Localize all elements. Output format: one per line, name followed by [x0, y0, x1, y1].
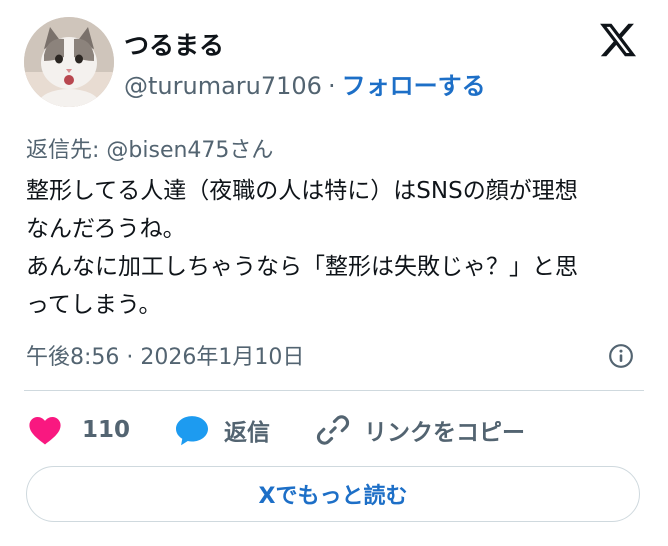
author-handle-row: @turumaru7106 · フォローする: [124, 66, 486, 101]
copy-link-label: リンクをコピー: [364, 420, 525, 446]
x-logo-icon[interactable]: [598, 20, 638, 60]
copy-link-button[interactable]: リンクをコピー: [316, 410, 525, 450]
heart-icon: [29, 416, 61, 445]
post-text-line: ってしまう。: [26, 292, 162, 318]
reply-button[interactable]: 返信: [174, 410, 270, 450]
handle-separator: ·: [327, 72, 336, 100]
speech-bubble-icon: [176, 416, 208, 446]
post-text-line: 整形してる人達（夜職の人は特に）はSNSの顔が理想: [26, 178, 578, 204]
post-text-line: あんなに加工しちゃうなら「整形は失敗じゃ？」と思: [26, 254, 578, 280]
like-count: 110: [82, 417, 131, 443]
embedded-post-card: つるまる @turumaru7106 · フォローする 返信先: @bisen475…: [0, 0, 668, 546]
read-more-button[interactable]: Xでもっと読む: [26, 466, 640, 522]
info-icon[interactable]: [608, 343, 634, 369]
author-avatar[interactable]: [24, 17, 114, 107]
author-display-name[interactable]: つるまる: [124, 26, 224, 62]
like-button[interactable]: 110: [28, 410, 130, 450]
post-timestamp[interactable]: 午後8:56 · 2026年1月10日: [26, 339, 304, 371]
follow-link[interactable]: フォローする: [342, 72, 486, 100]
reply-label: 返信: [224, 420, 270, 446]
reply-to-label: 返信先: @bisen475さん: [26, 138, 274, 163]
cat-avatar-image: [24, 17, 114, 107]
link-icon: [316, 415, 350, 445]
post-text: 整形してる人達（夜職の人は特に）はSNSの顔が理想 なんだろうね。 あんなに加工…: [26, 172, 646, 324]
divider: [24, 390, 644, 391]
post-text-line: なんだろうね。: [26, 216, 186, 242]
author-handle[interactable]: @turumaru7106: [124, 72, 322, 100]
